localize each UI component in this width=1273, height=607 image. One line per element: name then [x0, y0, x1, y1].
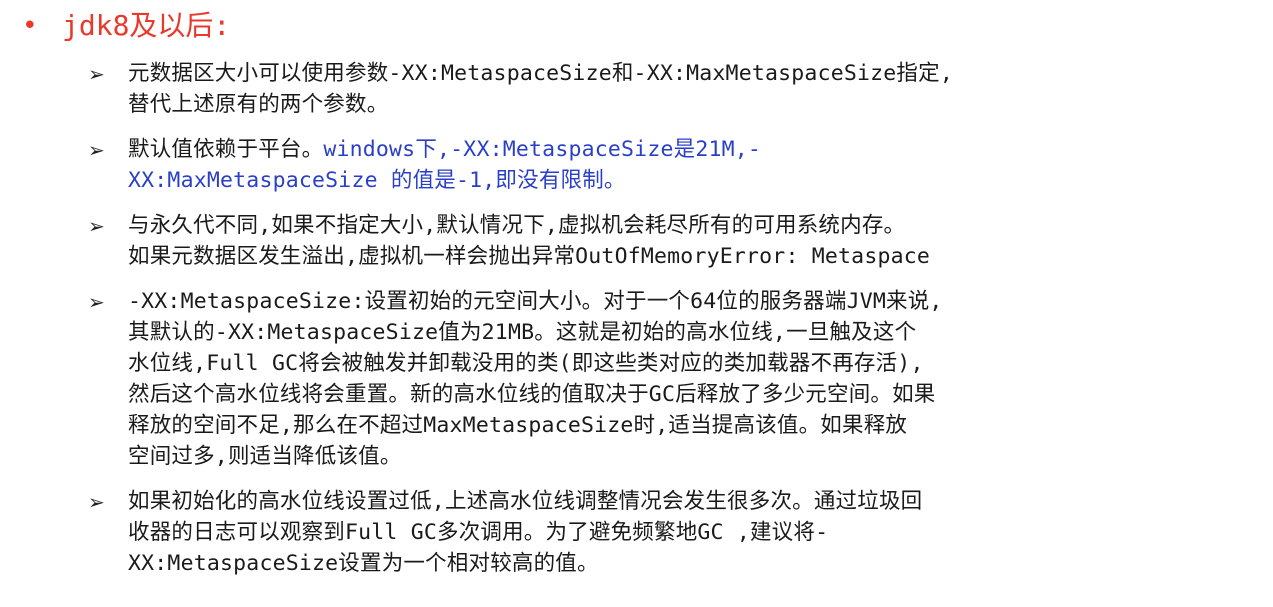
- text-line: 释放的空间不足,那么在不超过MaxMetaspaceSize时,适当提高该值。如…: [128, 410, 1248, 441]
- bullet-dot-icon: •: [22, 11, 38, 41]
- list-item: ➢ 默认值依赖于平台。windows下,-XX:MetaspaceSize是21M…: [88, 134, 1248, 196]
- text-line: 然后这个高水位线将会重置。新的高水位线的值取决于GC后释放了多少元空间。如果: [128, 379, 1248, 410]
- text-line: 如果初始化的高水位线设置过低,上述高水位线调整情况会发生很多次。通过垃圾回: [128, 486, 1248, 517]
- item-text: 与永久代不同,如果不指定大小,默认情况下,虚拟机会耗尽所有的可用系统内存。 如果元…: [128, 210, 1248, 272]
- text-segment: 空间过多,则适当降低该值。: [128, 444, 402, 469]
- text-segment: 释放的空间不足,那么在不超过MaxMetaspaceSize时,适当提高该值。如…: [128, 413, 908, 438]
- item-text: -XX:MetaspaceSize:设置初始的元空间大小。对于一个64位的服务器…: [128, 286, 1248, 472]
- heading: • jdk8及以后:: [22, 6, 230, 46]
- text-segment: 其默认的-XX:MetaspaceSize值为21MB。这就是初始的高水位线,一…: [128, 320, 917, 345]
- arrow-bullet-icon: ➢: [88, 290, 105, 314]
- text-segment: 如果元数据区发生溢出,虚拟机一样会抛出异常OutOfMemoryError: M…: [128, 244, 931, 269]
- text-segment: 与永久代不同,如果不指定大小,默认情况下,虚拟机会耗尽所有的可用系统内存。: [128, 213, 906, 238]
- list-item: ➢ 与永久代不同,如果不指定大小,默认情况下,虚拟机会耗尽所有的可用系统内存。 如果…: [88, 210, 1248, 272]
- highlighted-text: XX:MaxMetaspaceSize 的值是-1,即没有限制。: [128, 168, 626, 193]
- text-line: 水位线,Full GC将会被触发并卸载没用的类(即这些类对应的类加载器不再存活)…: [128, 348, 1248, 379]
- text-segment: 然后这个高水位线将会重置。新的高水位线的值取决于GC后释放了多少元空间。如果: [128, 382, 936, 407]
- slide: • jdk8及以后: ➢ 元数据区大小可以使用参数-XX:MetaspaceSiz…: [0, 0, 1273, 607]
- heading-title: jdk8及以后:: [62, 9, 231, 42]
- item-text: 如果初始化的高水位线设置过低,上述高水位线调整情况会发生很多次。通过垃圾回 收器的…: [128, 486, 1248, 579]
- highlighted-text: windows下,-XX:MetaspaceSize是21M,-: [323, 137, 762, 162]
- item-text: 元数据区大小可以使用参数-XX:MetaspaceSize和-XX:MaxMet…: [128, 58, 1248, 120]
- text-segment: XX:MetaspaceSize设置为一个相对较高的值。: [128, 551, 599, 576]
- text-line: 如果元数据区发生溢出,虚拟机一样会抛出异常OutOfMemoryError: M…: [128, 241, 1248, 272]
- text-segment: 水位线,Full GC将会被触发并卸载没用的类(即这些类对应的类加载器不再存活)…: [128, 351, 924, 376]
- text-line: 默认值依赖于平台。windows下,-XX:MetaspaceSize是21M,…: [128, 134, 1248, 165]
- arrow-bullet-icon: ➢: [88, 490, 105, 514]
- arrow-bullet-icon: ➢: [88, 62, 105, 86]
- text-segment: -XX:MetaspaceSize:设置初始的元空间大小。对于一个64位的服务器…: [128, 289, 943, 314]
- text-line: 与永久代不同,如果不指定大小,默认情况下,虚拟机会耗尽所有的可用系统内存。: [128, 210, 1248, 241]
- list-item: ➢ 如果初始化的高水位线设置过低,上述高水位线调整情况会发生很多次。通过垃圾回 收器…: [88, 486, 1248, 579]
- text-line: XX:MaxMetaspaceSize 的值是-1,即没有限制。: [128, 165, 1248, 196]
- text-segment: 收器的日志可以观察到Full GC多次调用。为了避免频繁地GC ,建议将-: [128, 520, 829, 545]
- arrow-bullet-icon: ➢: [88, 214, 105, 238]
- list-item: ➢ 元数据区大小可以使用参数-XX:MetaspaceSize和-XX:MaxMe…: [88, 58, 1248, 120]
- text-line: 其默认的-XX:MetaspaceSize值为21MB。这就是初始的高水位线,一…: [128, 317, 1248, 348]
- bullet-list: ➢ 元数据区大小可以使用参数-XX:MetaspaceSize和-XX:MaxMe…: [88, 58, 1248, 593]
- text-line: -XX:MetaspaceSize:设置初始的元空间大小。对于一个64位的服务器…: [128, 286, 1248, 317]
- text-line: 收器的日志可以观察到Full GC多次调用。为了避免频繁地GC ,建议将-: [128, 517, 1248, 548]
- arrow-bullet-icon: ➢: [88, 138, 105, 162]
- text-segment: 替代上述原有的两个参数。: [128, 92, 389, 117]
- text-line: XX:MetaspaceSize设置为一个相对较高的值。: [128, 548, 1248, 579]
- text-segment: 默认值依赖于平台。: [128, 137, 324, 162]
- text-segment: 元数据区大小可以使用参数-XX:MetaspaceSize和-XX:MaxMet…: [128, 61, 953, 86]
- text-line: 空间过多,则适当降低该值。: [128, 441, 1248, 472]
- text-line: 替代上述原有的两个参数。: [128, 89, 1248, 120]
- list-item: ➢ -XX:MetaspaceSize:设置初始的元空间大小。对于一个64位的服务…: [88, 286, 1248, 472]
- item-text: 默认值依赖于平台。windows下,-XX:MetaspaceSize是21M,…: [128, 134, 1248, 196]
- text-segment: 如果初始化的高水位线设置过低,上述高水位线调整情况会发生很多次。通过垃圾回: [128, 489, 923, 514]
- text-line: 元数据区大小可以使用参数-XX:MetaspaceSize和-XX:MaxMet…: [128, 58, 1248, 89]
